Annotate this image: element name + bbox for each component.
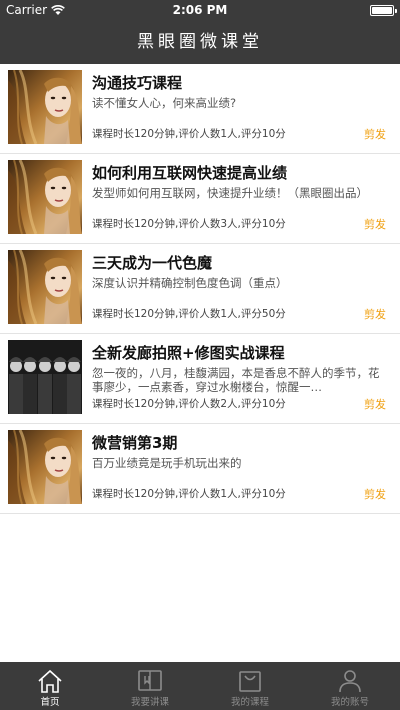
course-description: 深度认识并精确控制色度色调（重点） [92,276,288,290]
course-title: 沟通技巧课程 [92,74,183,92]
tab-home[interactable]: 首页 [0,662,100,710]
battery-icon [370,5,397,16]
status-bar: Carrier 2:06 PM [0,0,400,20]
hair-model-image [8,70,82,144]
course-tag: 剪发 [364,398,386,411]
hair-model-image [8,250,82,324]
tab-bag[interactable]: 我的课程 [200,662,300,710]
book-icon [136,668,164,694]
course-item[interactable]: 全新发廊拍照+修图实战课程忽一夜的，八月，桂馥满园，本是香息不醉人的季节，花事廖… [0,334,400,424]
course-title: 微营销第3期 [92,434,178,452]
hair-model-image [8,430,82,504]
tab-bar: 首页 我要讲课 我的课程 我的账号 [0,662,400,710]
course-thumbnail [8,70,82,144]
course-meta: 课程时长120分钟,评价人数1人,评分10分 [92,488,286,500]
status-time: 2:06 PM [172,3,228,17]
course-meta: 课程时长120分钟,评价人数1人,评分50分 [92,308,286,320]
course-tag: 剪发 [364,218,386,231]
course-item[interactable]: 沟通技巧课程读不懂女人心，何来高业绩? 课程时长120分钟,评价人数1人,评分10… [0,64,400,154]
course-meta: 课程时长120分钟,评价人数1人,评分10分 [92,128,286,140]
home-icon [36,668,64,694]
tab-label: 首页 [40,697,60,708]
user-icon [336,668,364,694]
tab-user[interactable]: 我的账号 [300,662,400,710]
course-title: 三天成为一代色魔 [92,254,213,272]
course-thumbnail [8,160,82,234]
course-item[interactable]: 微营销第3期百万业绩竟是玩手机玩出来的课程时长120分钟,评价人数1人,评分10… [0,424,400,514]
course-list: 沟通技巧课程读不懂女人心，何来高业绩? 课程时长120分钟,评价人数1人,评分10… [0,64,400,514]
course-meta: 课程时长120分钟,评价人数2人,评分10分 [92,398,286,410]
tab-label: 我的账号 [330,697,369,708]
course-item[interactable]: 如何利用互联网快速提高业绩发型师如何用互联网，快速提升业绩！（黑眼圈出品） 课程时… [0,154,400,244]
course-thumbnail [8,340,82,414]
course-tag: 剪发 [364,488,386,501]
hair-model-image [8,160,82,234]
course-tag: 剪发 [364,128,386,141]
course-description: 读不懂女人心，何来高业绩? [92,96,237,110]
nav-title: 黑眼圈微课堂 [0,20,400,64]
course-title: 全新发廊拍照+修图实战课程 [92,344,285,362]
group-photo-image [8,340,82,414]
tab-label: 我要讲课 [130,697,169,708]
course-title: 如何利用互联网快速提高业绩 [92,164,288,182]
course-meta: 课程时长120分钟,评价人数3人,评分10分 [92,218,286,230]
tab-book[interactable]: 我要讲课 [100,662,200,710]
course-description: 忽一夜的，八月，桂馥满园，本是香息不醉人的季节，花事廖少，一点素香，穿过水榭楼台… [92,366,380,394]
course-thumbnail [8,250,82,324]
course-description: 百万业绩竟是玩手机玩出来的 [92,456,242,470]
tab-label: 我的课程 [230,697,269,708]
course-description: 发型师如何用互联网，快速提升业绩！（黑眼圈出品） [92,186,368,200]
course-thumbnail [8,430,82,504]
course-tag: 剪发 [364,308,386,321]
bag-icon [236,668,264,694]
course-item[interactable]: 三天成为一代色魔深度认识并精确控制色度色调（重点） 课程时长120分钟,评价人数1… [0,244,400,334]
